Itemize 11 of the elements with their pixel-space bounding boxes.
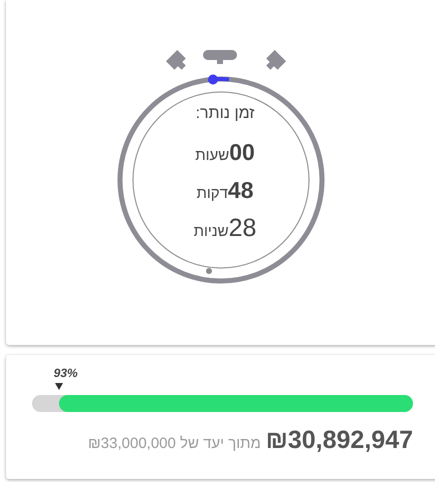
raised-amount: ₪30,892,947	[266, 426, 413, 455]
time-unit-label: שניות	[194, 222, 229, 242]
percent-label: 93%	[54, 366, 78, 380]
marker-icon	[54, 383, 63, 390]
time-value: 48	[228, 176, 254, 205]
time-left-label: זמן נותר:	[196, 105, 254, 123]
time-value: 00	[229, 138, 255, 167]
target-text: מתוך יעד של ₪33,000,000	[88, 435, 261, 452]
time-unit-label: דקות	[196, 184, 228, 204]
time-value: 28	[228, 213, 256, 244]
time-unit-label: שעות	[195, 146, 230, 166]
